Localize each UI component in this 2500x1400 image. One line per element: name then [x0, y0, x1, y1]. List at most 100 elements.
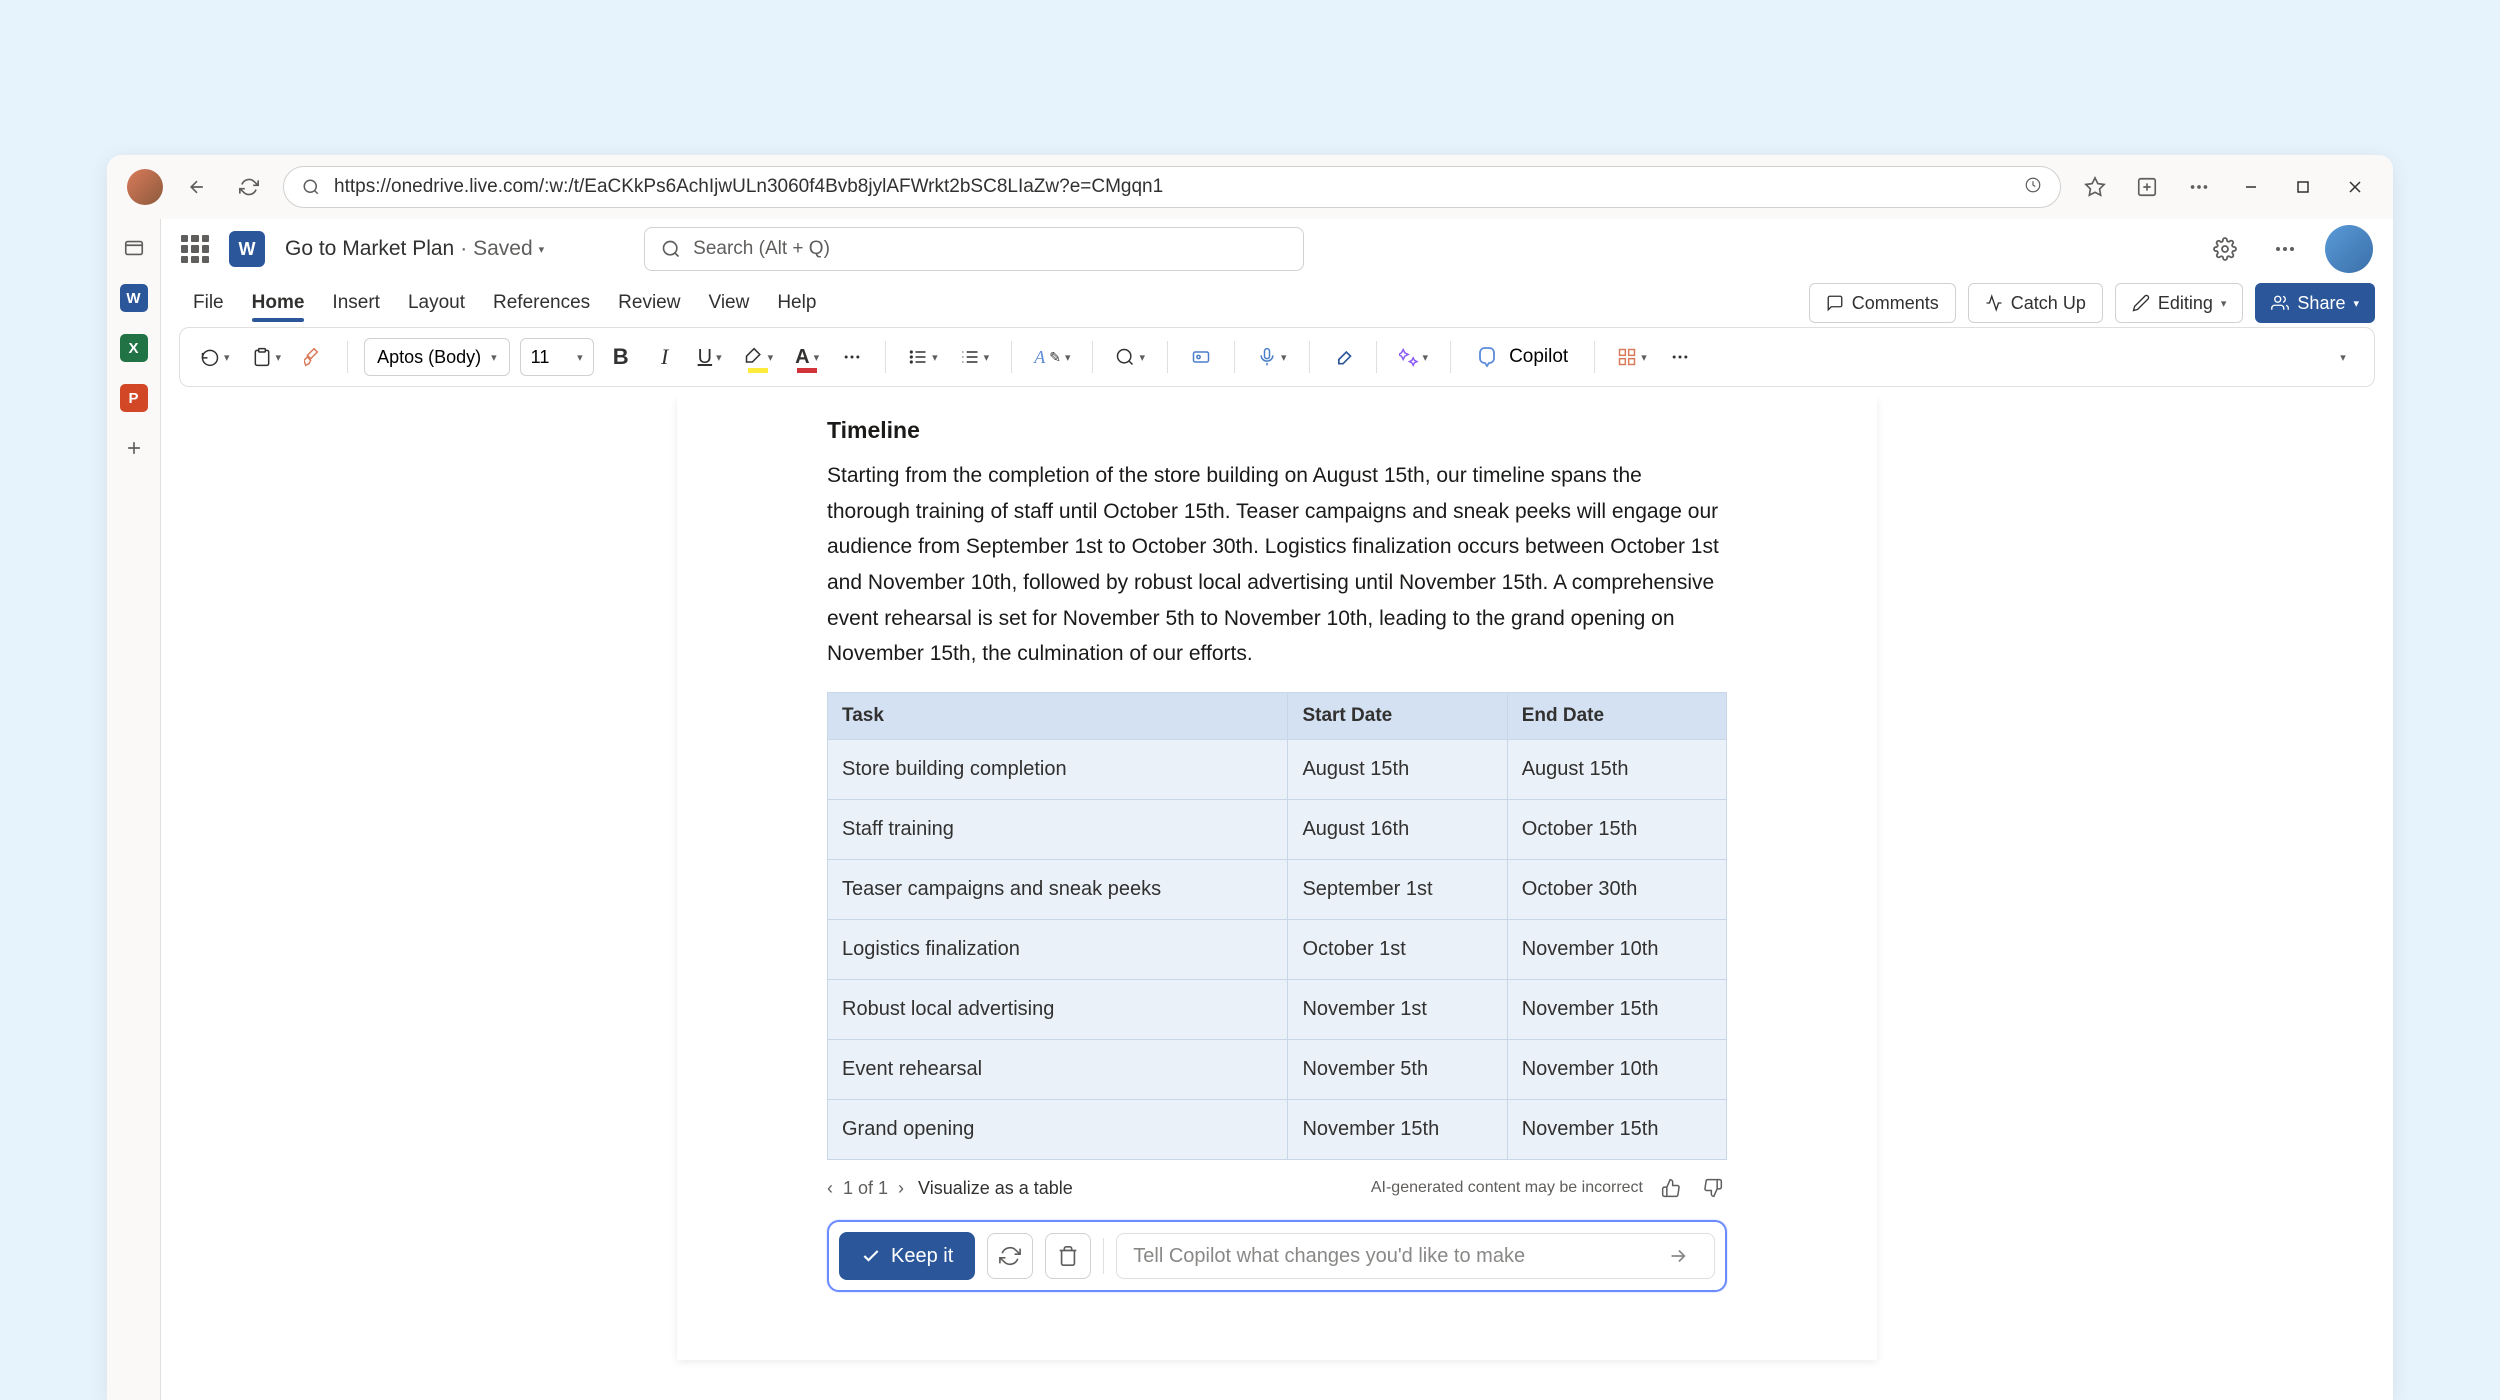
underline-button[interactable]: U▾: [692, 337, 728, 377]
browser-top-bar: https://onedrive.live.com/:w:/t/EaCKkPs6…: [107, 155, 2393, 219]
search-placeholder: Search (Alt + Q): [693, 238, 830, 260]
search-icon: [661, 239, 681, 259]
table-row: Grand openingNovember 15thNovember 15th: [828, 1100, 1727, 1160]
maximize-button[interactable]: [2285, 169, 2321, 205]
highlight-button[interactable]: ▾: [738, 337, 780, 377]
pencil-icon: [2132, 294, 2150, 312]
ribbon-tabs: File Home Insert Layout References Revie…: [161, 279, 2393, 327]
paste-button[interactable]: ▾: [246, 337, 288, 377]
styles-button[interactable]: A✎▾: [1028, 337, 1076, 377]
url-text: https://onedrive.live.com/:w:/t/EaCKkPs6…: [334, 176, 1163, 198]
document-canvas[interactable]: Timeline Starting from the completion of…: [161, 397, 2393, 1400]
back-button[interactable]: [179, 169, 215, 205]
excel-app-icon[interactable]: X: [113, 327, 155, 369]
close-button[interactable]: [2337, 169, 2373, 205]
undo-button[interactable]: ▾: [194, 337, 236, 377]
comments-button[interactable]: Comments: [1809, 283, 1956, 323]
table-header-end: End Date: [1507, 693, 1726, 740]
ribbon-toolbar: ▾ ▾ Aptos (Body)▾ 11▾ B I U▾ ▾ A▾ ▾ ▾ A✎…: [179, 327, 2375, 387]
more-font-button[interactable]: [835, 337, 869, 377]
powerpoint-app-icon[interactable]: P: [113, 377, 155, 419]
copilot-button[interactable]: Copilot: [1467, 345, 1578, 369]
more-header-icon[interactable]: [2265, 229, 2305, 269]
visualize-label[interactable]: Visualize as a table: [918, 1178, 1073, 1199]
thumbs-up-icon[interactable]: [1657, 1174, 1685, 1202]
table-row: Teaser campaigns and sneak peeksSeptembe…: [828, 860, 1727, 920]
search-icon: [302, 178, 320, 196]
bold-button[interactable]: B: [604, 337, 638, 377]
font-color-button[interactable]: A▾: [789, 337, 825, 377]
permissions-icon[interactable]: [2024, 176, 2042, 199]
add-app-icon[interactable]: [113, 427, 155, 469]
find-button[interactable]: ▾: [1109, 337, 1151, 377]
page-indicator: 1 of 1: [843, 1178, 888, 1199]
address-bar[interactable]: https://onedrive.live.com/:w:/t/EaCKkPs6…: [283, 166, 2061, 208]
next-page-icon[interactable]: ›: [898, 1178, 904, 1199]
table-header-start: Start Date: [1288, 693, 1507, 740]
table-row: Logistics finalizationOctober 1stNovembe…: [828, 920, 1727, 980]
bullets-button[interactable]: ▾: [902, 337, 944, 377]
document-page[interactable]: Timeline Starting from the completion of…: [677, 397, 1877, 1360]
copilot-compose-bar: Keep it Tell Copilot what changes you'd …: [827, 1220, 1727, 1292]
tab-layout[interactable]: Layout: [394, 282, 479, 324]
body-paragraph: Starting from the completion of the stor…: [827, 458, 1727, 672]
section-heading: Timeline: [827, 417, 1727, 444]
italic-button[interactable]: I: [648, 337, 682, 377]
font-size-select[interactable]: 11▾: [520, 338, 594, 376]
catchup-button[interactable]: Catch Up: [1968, 283, 2103, 323]
tabs-icon[interactable]: [113, 227, 155, 269]
keep-it-button[interactable]: Keep it: [839, 1232, 975, 1280]
copilot-placeholder: Tell Copilot what changes you'd like to …: [1133, 1245, 1525, 1268]
refresh-button[interactable]: [231, 169, 267, 205]
tab-review[interactable]: Review: [604, 282, 694, 324]
tab-home[interactable]: Home: [238, 282, 319, 324]
activity-icon: [1985, 294, 2003, 312]
addins-button[interactable]: ▾: [1611, 337, 1653, 377]
word-app-icon[interactable]: W: [113, 277, 155, 319]
regenerate-button[interactable]: [987, 1233, 1033, 1279]
table-row: Staff trainingAugust 16thOctober 15th: [828, 800, 1727, 860]
tab-insert[interactable]: Insert: [318, 282, 394, 324]
copilot-prompt-input[interactable]: Tell Copilot what changes you'd like to …: [1116, 1233, 1715, 1279]
collapse-ribbon-button[interactable]: ▾: [2326, 337, 2360, 377]
tab-file[interactable]: File: [179, 282, 238, 324]
editor-button[interactable]: [1326, 337, 1360, 377]
dictate-button[interactable]: ▾: [1251, 337, 1293, 377]
send-icon[interactable]: [1658, 1236, 1698, 1276]
search-input[interactable]: Search (Alt + Q): [644, 227, 1304, 271]
profile-avatar[interactable]: [127, 169, 163, 205]
font-family-select[interactable]: Aptos (Body)▾: [364, 338, 510, 376]
chevron-down-icon: ▾: [539, 243, 545, 256]
app-header: W Go to Market Plan · Saved ▾ Search (Al…: [161, 219, 2393, 279]
settings-icon[interactable]: [2205, 229, 2245, 269]
tab-help[interactable]: Help: [763, 282, 830, 324]
table-row: Robust local advertisingNovember 1stNove…: [828, 980, 1727, 1040]
prev-page-icon[interactable]: ‹: [827, 1178, 833, 1199]
tab-references[interactable]: References: [479, 282, 604, 324]
thumbs-down-icon[interactable]: [1699, 1174, 1727, 1202]
comment-icon: [1826, 294, 1844, 312]
minimize-button[interactable]: [2233, 169, 2269, 205]
user-avatar[interactable]: [2325, 225, 2373, 273]
more-ribbon-button[interactable]: [1663, 337, 1697, 377]
ai-disclaimer: AI-generated content may be incorrect: [1371, 1179, 1643, 1197]
tab-view[interactable]: View: [694, 282, 763, 324]
left-app-rail: W X P: [107, 219, 161, 1400]
people-icon: [2271, 294, 2289, 312]
numbering-button[interactable]: ▾: [954, 337, 996, 377]
favorites-icon[interactable]: [2077, 169, 2113, 205]
editing-button[interactable]: Editing ▾: [2115, 283, 2244, 323]
delete-button[interactable]: [1045, 1233, 1091, 1279]
app-launcher-icon[interactable]: [181, 235, 209, 263]
share-button[interactable]: Share ▾: [2255, 283, 2375, 323]
effects-button[interactable]: ▾: [1393, 337, 1435, 377]
timeline-table: Task Start Date End Date Store building …: [827, 692, 1727, 1160]
document-title[interactable]: Go to Market Plan · Saved ▾: [285, 237, 544, 261]
ai-footer: ‹ 1 of 1 › Visualize as a table AI-gener…: [827, 1174, 1727, 1202]
more-icon[interactable]: [2181, 169, 2217, 205]
word-logo-icon: W: [229, 231, 265, 267]
copilot-icon: [1477, 345, 1501, 369]
format-painter-button[interactable]: [297, 337, 331, 377]
collections-icon[interactable]: [2129, 169, 2165, 205]
designer-button[interactable]: [1184, 337, 1218, 377]
